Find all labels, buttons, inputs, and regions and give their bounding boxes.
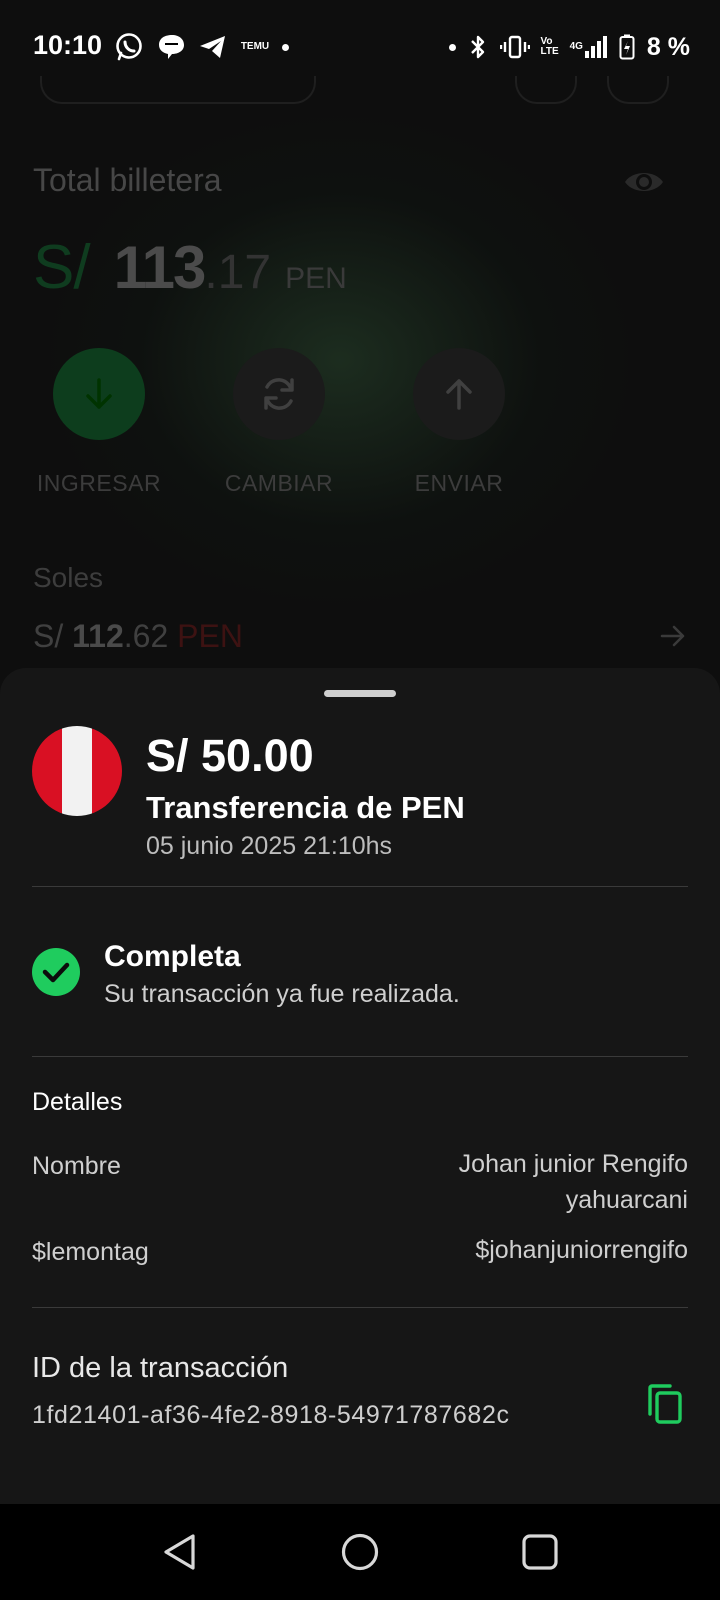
back-icon[interactable] [158,1530,202,1574]
soles-currency: S/ [33,618,64,654]
enviar-label: ENVIAR [414,470,504,496]
transaction-title: Transferencia de PEN [146,790,465,825]
wallet-label: Total billetera [33,162,222,198]
signal-icon: 4G [570,32,607,62]
divider [32,1056,688,1057]
check-circle-icon [32,948,80,996]
home-icon[interactable] [338,1530,382,1574]
balance-currency: S/ [33,233,91,302]
arrow-down-icon [53,348,145,440]
detail-value-lemontag: $johanjuniorrengifo [475,1236,688,1264]
status-time: 10:10 [33,30,103,60]
wallet-balance: S/ 113 .17 PEN [33,232,347,303]
battery-icon [619,32,635,62]
navigation-bar [0,1504,720,1600]
flag-stripe-red [32,726,62,816]
refresh-icon [233,348,325,440]
system-dot [448,43,456,51]
battery-percent: 8 % [646,32,690,61]
whatsapp-icon [114,32,144,62]
chat-bubble-icon [156,32,186,62]
status-title: Completa [104,940,241,973]
cambiar-button[interactable]: CAMBIAR [214,348,344,497]
ingresar-label: INGRESAR [36,470,162,496]
detail-label-lemontag: $lemontag [32,1238,149,1266]
cambiar-label: CAMBIAR [224,470,334,496]
soles-balance[interactable]: S/ 112.62 PEN [33,618,243,655]
enviar-button[interactable]: ENVIAR [394,348,524,497]
transaction-date: 05 junio 2025 21:10hs [146,832,393,860]
detail-value-name: Johan junior Rengifo yahuarcani [358,1146,688,1218]
ingresar-button[interactable]: INGRESAR [34,348,164,497]
peru-flag-icon [32,726,122,816]
status-description: Su transacción ya fue realizada. [104,980,460,1008]
balance-decimal: .17 [204,246,272,299]
detail-value-name-line2: yahuarcani [565,1186,688,1214]
volte-icon: Vo LTE [540,36,559,57]
detail-label-name: Nombre [32,1152,121,1180]
more-notifications-dot [282,43,289,51]
soles-decimal: .62 [123,618,169,654]
balance-code: PEN [285,262,347,295]
transaction-id-value: 1fd21401-af36-4fe2-8918-54971787682c [32,1401,510,1429]
balance-integer: 113 [113,234,207,301]
arrow-right-icon[interactable] [660,625,686,652]
details-heading: Detalles [32,1088,123,1116]
network-type: 4G [569,41,583,52]
sheet-drag-handle[interactable] [324,690,396,697]
soles-integer: 112 [72,618,124,654]
screen: Total billetera S/ 113 .17 PEN INGRESAR [0,0,720,1600]
temu-icon: TEMU [240,32,270,62]
vibrate-icon [499,32,530,62]
eye-icon[interactable] [623,168,665,201]
bluetooth-icon [468,32,488,62]
transaction-amount: S/ 50.00 [146,730,314,781]
detail-value-name-line1: Johan junior Rengifo [458,1150,688,1178]
flag-stripe-white [62,726,92,816]
transaction-detail-sheet: S/ 50.00 Transferencia de PEN 05 junio 2… [0,668,720,1504]
divider [32,886,688,887]
system-icons: Vo LTE 4G 8 % [448,32,690,62]
soles-label: Soles [33,562,104,593]
recents-icon[interactable] [518,1530,562,1574]
soles-code: PEN [177,618,243,654]
divider [32,1307,688,1308]
flag-stripe-red [92,726,122,816]
telegram-icon [198,32,228,62]
notification-icons: TEMU [114,32,289,62]
status-bar: 10:10 TEMU Vo LTE 4G 8 % [0,0,720,96]
copy-icon[interactable] [642,1382,686,1426]
wallet-background: Total billetera S/ 113 .17 PEN INGRESAR [0,0,720,668]
arrow-up-icon [413,348,505,440]
temu-label: TEMU [240,41,270,52]
transaction-id-label: ID de la transacción [32,1352,289,1384]
